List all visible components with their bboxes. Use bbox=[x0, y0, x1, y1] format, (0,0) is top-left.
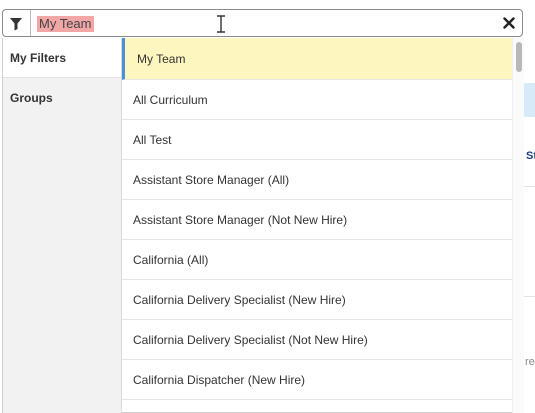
filter-icon[interactable] bbox=[10, 17, 22, 31]
background-header-band bbox=[524, 83, 535, 117]
close-icon[interactable] bbox=[503, 17, 515, 29]
search-value-highlight: My Team bbox=[37, 16, 94, 32]
list-item[interactable]: All Test bbox=[122, 120, 513, 160]
search-input[interactable] bbox=[35, 13, 475, 33]
list-item[interactable]: California (All) bbox=[122, 240, 513, 280]
filter-sidebar: My Filters Groups bbox=[3, 38, 122, 413]
filter-option-list: My Team All Curriculum All Test Assistan… bbox=[122, 38, 513, 413]
list-item[interactable]: Assistant Store Manager (Not New Hire) bbox=[122, 200, 513, 240]
background-divider bbox=[524, 186, 535, 187]
scrollbar-thumb[interactable] bbox=[516, 42, 522, 72]
sidebar-item-groups[interactable]: Groups bbox=[3, 78, 121, 118]
search-divider bbox=[30, 10, 31, 36]
background-divider bbox=[524, 296, 535, 297]
list-item-selected[interactable]: My Team bbox=[122, 38, 513, 80]
filter-search-bar: My Team bbox=[2, 9, 523, 37]
background-app bbox=[524, 0, 535, 413]
text-cursor-icon bbox=[217, 15, 225, 33]
list-item[interactable]: California Delivery Specialist (Not New … bbox=[122, 320, 513, 360]
filter-dropdown-panel: My Filters Groups My Team All Curriculum… bbox=[2, 38, 524, 413]
list-scrollbar[interactable] bbox=[512, 38, 524, 413]
list-item[interactable]: Assistant Store Manager (All) bbox=[122, 160, 513, 200]
list-item[interactable]: California Delivery Specialist (New Hire… bbox=[122, 280, 513, 320]
list-item[interactable]: California Dispatcher (New Hire) bbox=[122, 360, 513, 400]
sidebar-item-my-filters[interactable]: My Filters bbox=[3, 38, 121, 78]
background-text-fragment: St bbox=[526, 150, 535, 162]
list-item[interactable]: All Curriculum bbox=[122, 80, 513, 120]
background-text-fragment: re bbox=[525, 356, 535, 368]
